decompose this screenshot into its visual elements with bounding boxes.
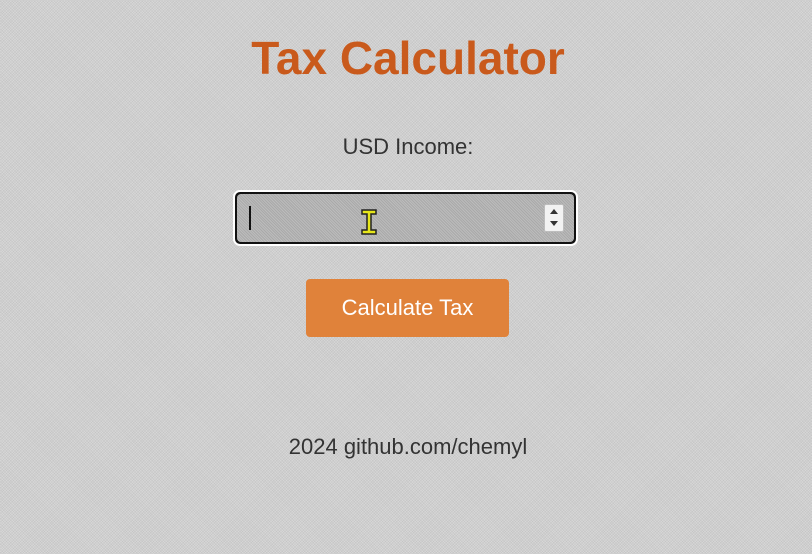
i-beam-cursor-icon [361,209,377,235]
number-spinner[interactable] [544,204,564,232]
income-input-field[interactable] [237,194,574,242]
calculate-tax-button[interactable]: Calculate Tax [306,279,509,337]
footer-credit: 2024 github.com/chemyl [288,434,528,459]
text-caret [249,206,251,230]
income-label: USD Income: [342,134,474,159]
income-input[interactable] [233,190,578,246]
spinner-down-icon[interactable] [545,218,563,231]
spinner-up-icon[interactable] [545,205,563,218]
page-title: Tax Calculator [251,32,565,84]
